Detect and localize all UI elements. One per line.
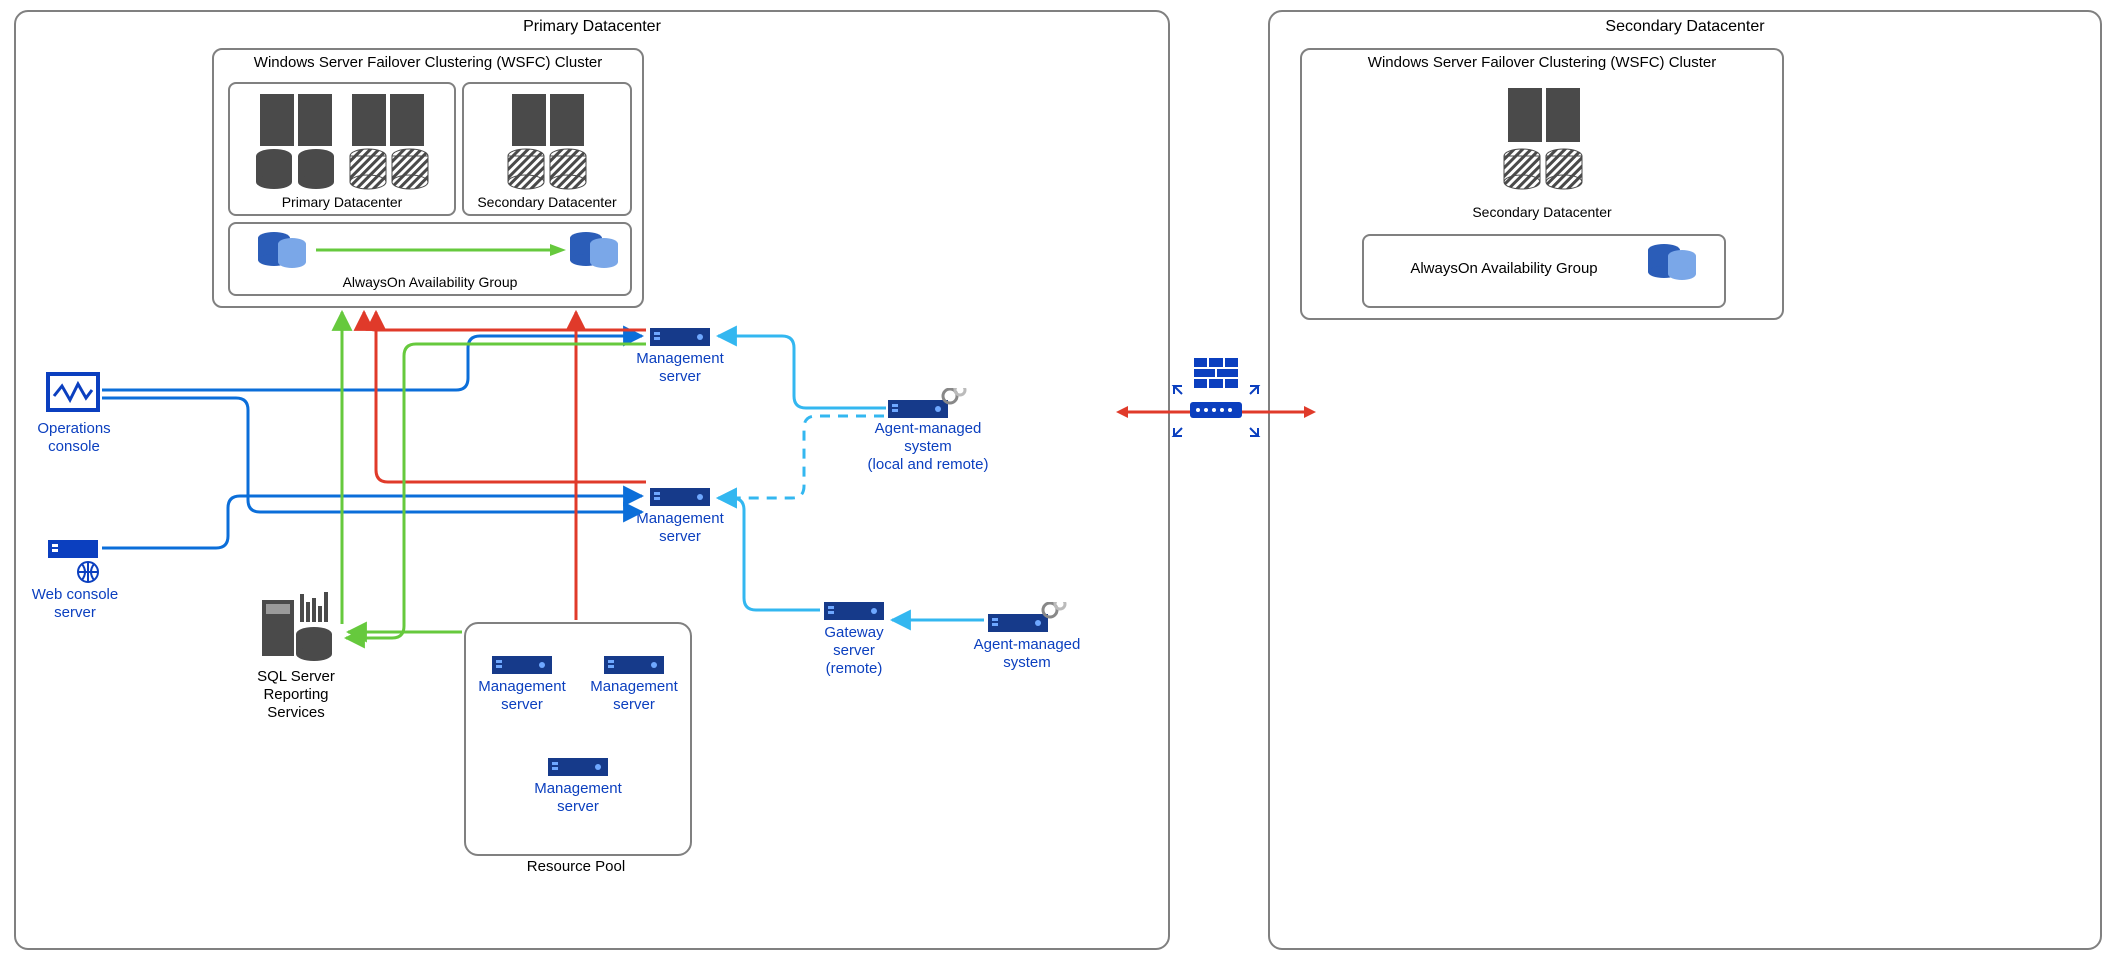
ops-console-text: Operations console [37,420,110,455]
availability-group-secondary: AlwaysOn Availability Group [1362,234,1726,308]
ops-console-label: Operations console [24,420,124,456]
gateway-label: Gateway server (remote) [804,624,904,678]
pool-mgmt-3-label: Management server [526,780,630,816]
availability-group-primary: AlwaysOn Availability Group [228,222,632,296]
rack-server-icon [650,488,710,506]
cluster-node-secondary-label: Secondary Datacenter [464,194,630,210]
web-console-label: Web console server [20,586,130,622]
cluster-node-primary-label: Primary Datacenter [230,194,454,210]
ag-label-primary: AlwaysOn Availability Group [230,274,630,290]
primary-dc-title: Primary Datacenter [16,18,1168,36]
server-disks-icon [464,84,630,192]
ssrs-label: SQL Server Reporting Services [236,668,356,722]
wsfc-cluster-secondary: Windows Server Failover Clustering (WSFC… [1300,48,1784,320]
ag-arrow-icon [230,224,630,278]
server-disks-icon [230,84,454,192]
monitor-icon [46,372,100,416]
pool-mgmt-1-label: Management server [470,678,574,714]
rack-server-icon [604,656,664,674]
secondary-dc-title: Secondary Datacenter [1270,18,2100,36]
resource-pool: Management server Management server Mana… [464,622,692,856]
rack-server-icon [492,656,552,674]
ssrs-icon [256,586,336,662]
agent-system-label: Agent-managed system [962,636,1092,672]
agent-local-label: Agent-managed system (local and remote) [858,420,998,474]
cluster-node-secondary-dc2-label: Secondary Datacenter [1452,204,1632,220]
cluster-node-secondary: Secondary Datacenter [462,82,632,216]
rack-server-icon [824,602,884,620]
rack-server-icon [650,328,710,346]
mgmt-server-1-label: Management server [620,350,740,386]
mgmt-server-2-label: Management server [620,510,740,546]
ag-label-secondary: AlwaysOn Availability Group [1364,260,1644,278]
web-console-icon [46,538,100,584]
pool-mgmt-2-label: Management server [582,678,686,714]
cluster-node-secondary-dc2: Secondary Datacenter [1452,82,1632,218]
rack-server-icon [548,758,608,776]
resource-pool-label: Resource Pool [506,858,646,876]
secondary-datacenter: Secondary Datacenter Windows Server Fail… [1268,10,2102,950]
server-disks-icon [1452,82,1632,194]
primary-datacenter: Primary Datacenter Windows Server Failov… [14,10,1170,950]
wsfc-title-secondary: Windows Server Failover Clustering (WSFC… [1302,54,1782,71]
agent-system-icon [888,388,968,420]
agent-system-icon [988,602,1068,634]
wsfc-cluster-primary: Windows Server Failover Clustering (WSFC… [212,48,644,308]
wsfc-title-primary: Windows Server Failover Clustering (WSFC… [214,54,642,71]
web-console-text: Web console server [32,586,118,621]
cluster-node-primary: Primary Datacenter [228,82,456,216]
